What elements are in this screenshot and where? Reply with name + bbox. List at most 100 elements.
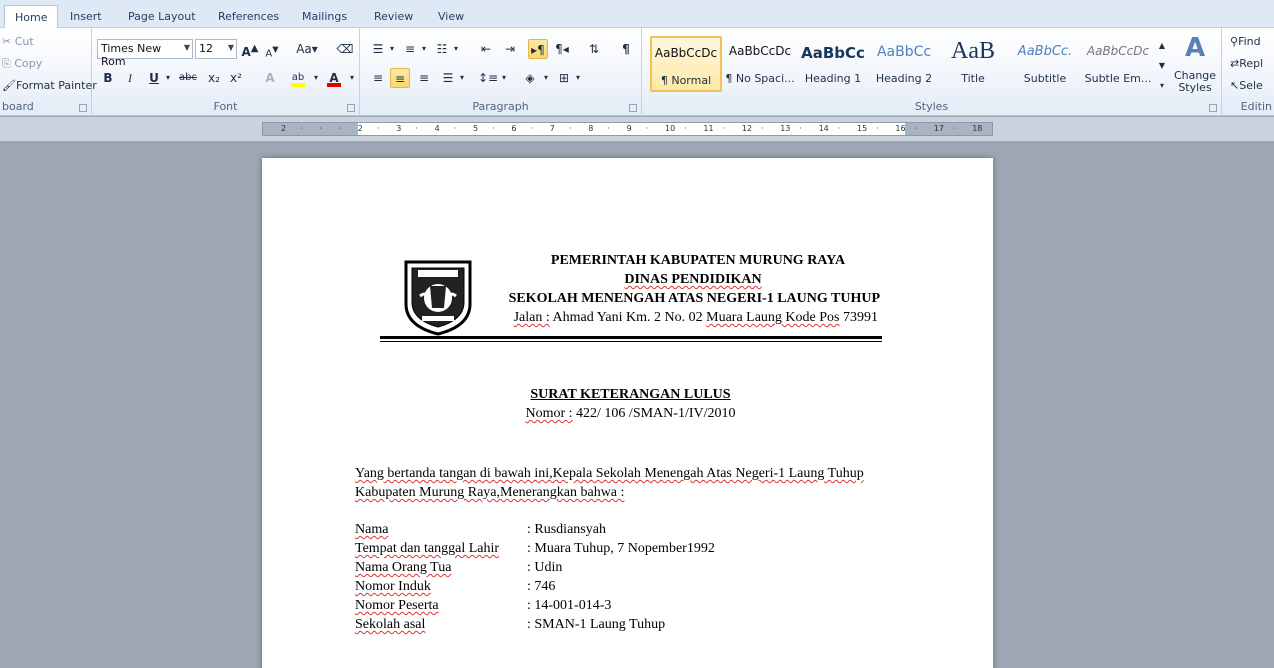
highlight-button[interactable]: ab <box>288 68 308 88</box>
styles-group: AaBbCcDc ¶ Normal AaBbCcDc ¶ No Spaci...… <box>642 28 1222 116</box>
clear-formatting-icon[interactable]: ⌫ <box>335 39 355 59</box>
tab-page-layout[interactable]: Page Layout <box>118 8 206 28</box>
ruler-tick: · <box>684 124 687 133</box>
ruler-tick: 2 <box>357 124 363 133</box>
format-painter-label: Format Painter <box>15 79 97 92</box>
style-subtitle-name: Subtitle <box>1023 72 1067 85</box>
styles-scroll-down-icon[interactable]: ▼ <box>1156 56 1168 76</box>
text-effects-icon[interactable]: A <box>260 68 280 88</box>
font-color-button[interactable]: A <box>324 68 344 88</box>
ruler-tick: · <box>415 124 418 133</box>
scissors-icon: ✂ <box>2 35 12 48</box>
document-title: SURAT KETERANGAN LULUS <box>530 387 731 402</box>
style-subtitle-preview: AaBbCc. <box>1017 44 1073 59</box>
numbering-dropdown-icon[interactable]: ▾ <box>414 39 434 59</box>
shading-dropdown-icon[interactable]: ▾ <box>536 68 556 88</box>
style-title[interactable]: AaB Title <box>937 36 1009 92</box>
ribbon: ✂ Cut ⎘ Copy 🖌Format Painter board Times… <box>0 28 1274 116</box>
ruler-tick: 12 <box>741 124 752 133</box>
show-formatting-marks-icon[interactable]: ¶ <box>616 39 636 59</box>
clipboard-group-label: board <box>2 100 34 113</box>
tab-review[interactable]: Review <box>364 8 423 28</box>
field-row: Nama: Rusdiansyah <box>355 522 606 538</box>
font-group-label: Font <box>213 100 238 113</box>
ruler-left-margin <box>263 123 358 135</box>
style-subtle-emphasis-preview: AaBbCcDc <box>1086 44 1150 58</box>
ribbon-tab-bar: Home Insert Page Layout References Maili… <box>0 0 1274 29</box>
line-spacing-dropdown-icon[interactable]: ▾ <box>494 68 514 88</box>
style-normal[interactable]: AaBbCcDc ¶ Normal <box>650 36 722 92</box>
style-no-spacing[interactable]: AaBbCcDc ¶ No Spaci... <box>724 36 796 92</box>
cut-button[interactable]: ✂ Cut <box>2 35 34 48</box>
bold-button[interactable]: B <box>98 68 118 88</box>
font-color-dropdown-icon[interactable]: ▾ <box>342 68 362 88</box>
replace-button[interactable]: ⇄Repl <box>1230 57 1263 70</box>
font-size-combo[interactable]: 12 ▼ <box>195 39 237 59</box>
font-family-combo[interactable]: Times New Rom ▼ <box>97 39 193 68</box>
font-launcher-icon[interactable] <box>347 104 355 112</box>
intro-line-2: Kabupaten Murung Raya,Menerangkan bahwa … <box>355 483 880 503</box>
style-title-name: Title <box>961 72 985 85</box>
highlight-dropdown-icon[interactable]: ▾ <box>306 68 326 88</box>
style-heading-2[interactable]: AaBbCc Heading 2 <box>868 36 940 92</box>
find-button[interactable]: ⚲Find <box>1230 35 1261 48</box>
style-heading-1[interactable]: AaBbCc Heading 1 <box>797 36 869 92</box>
strikethrough-button[interactable]: abc <box>178 68 198 88</box>
subscript-button[interactable]: x₂ <box>204 68 224 88</box>
ruler-tick: 11 <box>703 124 714 133</box>
align-left-icon[interactable]: ≡ <box>368 68 388 88</box>
ruler-tick: 8 <box>588 124 594 133</box>
rtl-text-direction-icon[interactable]: ¶◂ <box>552 39 572 59</box>
header-rule-thin <box>380 341 882 342</box>
increase-indent-icon[interactable]: ⇥ <box>500 39 520 59</box>
grow-font-icon[interactable]: A▲ <box>240 39 260 59</box>
change-styles-icon[interactable]: A <box>1172 33 1218 63</box>
horizontal-ruler[interactable]: 2 · · · 2 · 3 · 4 · 5 · 6 · 7 · 8 · 9 · 10 · 11 · 12 · 13 · 14 · 15 · 16… <box>262 122 993 136</box>
chevron-down-icon: ▼ <box>183 43 190 52</box>
styles-launcher-icon[interactable] <box>1209 104 1217 112</box>
align-center-icon[interactable]: ≡ <box>390 68 410 88</box>
clipboard-launcher-icon[interactable] <box>79 104 87 112</box>
format-painter-button[interactable]: 🖌Format Painter <box>2 79 97 92</box>
bullets-dropdown-icon[interactable]: ▾ <box>382 39 402 59</box>
tab-insert[interactable]: Insert <box>60 8 112 28</box>
document-page[interactable]: PEMERINTAH KABUPATEN MURUNG RAYA DINAS P… <box>262 158 993 668</box>
field-row: Tempat dan tanggal Lahir: Muara Tuhup, 7… <box>355 541 715 557</box>
borders-dropdown-icon[interactable]: ▾ <box>568 68 588 88</box>
clipboard-group: ✂ Cut ⎘ Copy 🖌Format Painter board <box>0 28 97 116</box>
ruler-tick: · <box>876 124 879 133</box>
styles-more-icon[interactable]: ▾ <box>1156 76 1168 96</box>
italic-button[interactable]: I <box>120 68 140 88</box>
align-right-icon[interactable]: ≡ <box>414 68 434 88</box>
change-styles-button[interactable]: Change Styles <box>1172 70 1218 94</box>
ruler-tick: · <box>338 124 342 133</box>
styles-scroll-up-icon[interactable]: ▲ <box>1156 36 1168 56</box>
copy-button[interactable]: ⎘ Copy <box>2 57 42 71</box>
ruler-tick: 3 <box>396 124 402 133</box>
ltr-text-direction-icon[interactable]: ▸¶ <box>528 39 548 59</box>
paragraph-group: ☰ ▾ ≡ ▾ ☷ ▾ ⇤ ⇥ ▸¶ ¶◂ ⇅ ¶ ≡ ≡ ≡ ☰ ▾ ↕≡ ▾… <box>360 28 642 116</box>
select-button[interactable]: ↖Sele <box>1230 79 1263 92</box>
style-subtitle[interactable]: AaBbCc. Subtitle <box>1009 36 1081 92</box>
decrease-indent-icon[interactable]: ⇤ <box>476 39 496 59</box>
paragraph-launcher-icon[interactable] <box>629 104 637 112</box>
tab-home[interactable]: Home <box>4 5 59 29</box>
number-value: 422/ 106 /SMAN-1/IV/2010 <box>572 406 736 421</box>
underline-dropdown-icon[interactable]: ▾ <box>158 68 178 88</box>
tab-view[interactable]: View <box>428 8 474 28</box>
field-row: Nomor Induk: 746 <box>355 579 555 595</box>
shrink-font-icon[interactable]: A▼ <box>262 39 282 59</box>
change-case-icon[interactable]: Aa▾ <box>294 39 320 59</box>
tab-references[interactable]: References <box>208 8 289 28</box>
superscript-button[interactable]: x² <box>226 68 246 88</box>
style-subtle-emphasis[interactable]: AaBbCcDc Subtle Em... <box>1082 36 1154 92</box>
multilevel-dropdown-icon[interactable]: ▾ <box>446 39 466 59</box>
binoculars-icon: ⚲ <box>1230 35 1239 48</box>
justify-dropdown-icon[interactable]: ▾ <box>452 68 472 88</box>
tab-mailings[interactable]: Mailings <box>292 8 357 28</box>
ruler-tick: · <box>377 124 380 133</box>
sort-icon[interactable]: ⇅ <box>584 39 604 59</box>
ruler-area: 2 · · · 2 · 3 · 4 · 5 · 6 · 7 · 8 · 9 · 10 · 11 · 12 · 13 · 14 · 15 · 16… <box>0 117 1274 141</box>
number-label: Nomor : <box>525 406 573 421</box>
paragraph-group-label: Paragraph <box>472 100 529 113</box>
